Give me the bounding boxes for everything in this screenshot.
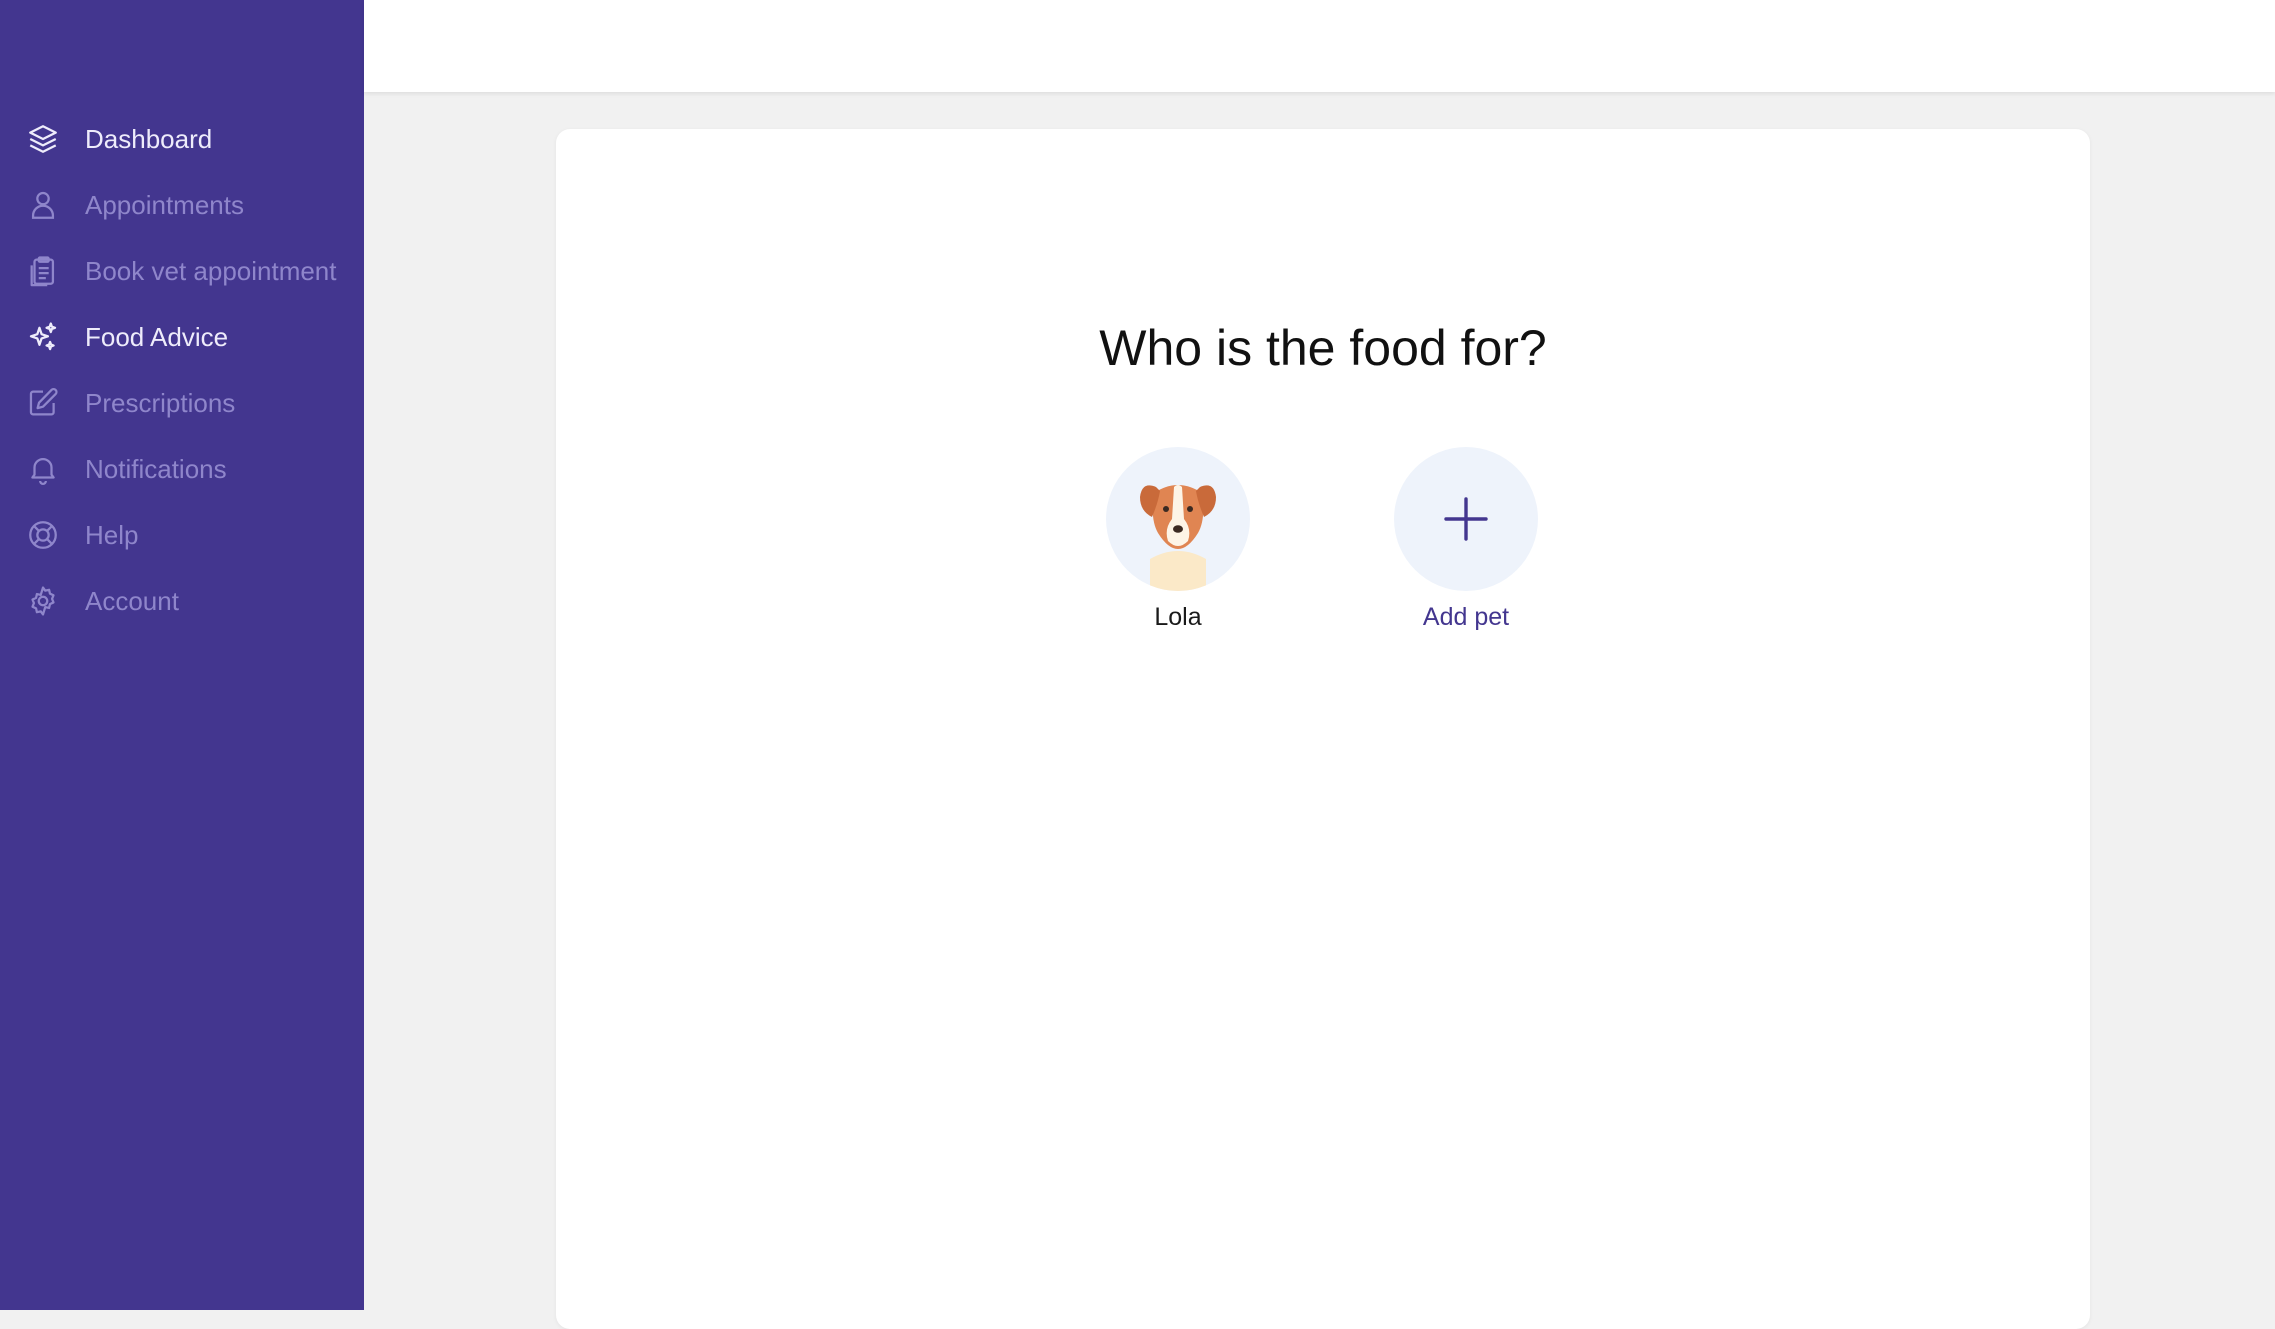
sidebar-item-label: Help xyxy=(85,519,139,550)
sidebar-item-label: Food Advice xyxy=(85,321,229,352)
add-pet-button[interactable]: Add pet xyxy=(1376,447,1556,632)
sidebar-item-appointments[interactable]: Appointments xyxy=(0,172,364,238)
sidebar-item-label: Notifications xyxy=(85,453,227,484)
plus-icon xyxy=(1444,497,1488,541)
pet-selection-card: Who is the food for? Lola Add pet xyxy=(556,129,2090,1329)
edit-icon xyxy=(26,386,60,420)
bell-icon xyxy=(26,452,60,486)
add-pet-label: Add pet xyxy=(1422,603,1510,631)
sidebar-item-label: Book vet appointment xyxy=(85,255,337,286)
sidebar-item-help[interactable]: Help xyxy=(0,502,364,568)
sidebar-item-dashboard[interactable]: Dashboard xyxy=(0,106,364,172)
sidebar-item-book-vet-appointment[interactable]: Book vet appointment xyxy=(0,238,364,304)
sidebar-item-label: Account xyxy=(85,585,179,616)
sidebar-item-label: Prescriptions xyxy=(85,387,236,418)
gear-icon xyxy=(26,584,60,618)
pet-card-lola[interactable]: Lola xyxy=(1088,447,1268,632)
sidebar-item-label: Dashboard xyxy=(85,123,213,154)
sidebar-item-prescriptions[interactable]: Prescriptions xyxy=(0,370,364,436)
sidebar-item-food-advice[interactable]: Food Advice xyxy=(0,304,364,370)
avatar[interactable] xyxy=(1106,447,1250,591)
lifebuoy-icon xyxy=(26,518,60,552)
user-icon xyxy=(26,188,60,222)
layers-icon xyxy=(26,122,60,156)
sidebar-item-label: Appointments xyxy=(85,189,244,220)
top-bar xyxy=(364,0,2275,92)
sparkles-icon xyxy=(26,320,60,354)
clipboard-icon xyxy=(26,254,60,288)
page-title: Who is the food for? xyxy=(1099,320,1547,376)
sidebar-item-notifications[interactable]: Notifications xyxy=(0,436,364,502)
sidebar-item-account[interactable]: Account xyxy=(0,568,364,634)
sidebar-nav: Dashboard Appointments Book vet appointm… xyxy=(0,106,364,634)
pet-name: Lola xyxy=(1154,603,1202,631)
dog-avatar-icon xyxy=(1140,485,1216,591)
sidebar: Dashboard Appointments Book vet appointm… xyxy=(0,0,364,1310)
add-pet-circle[interactable] xyxy=(1394,447,1538,591)
